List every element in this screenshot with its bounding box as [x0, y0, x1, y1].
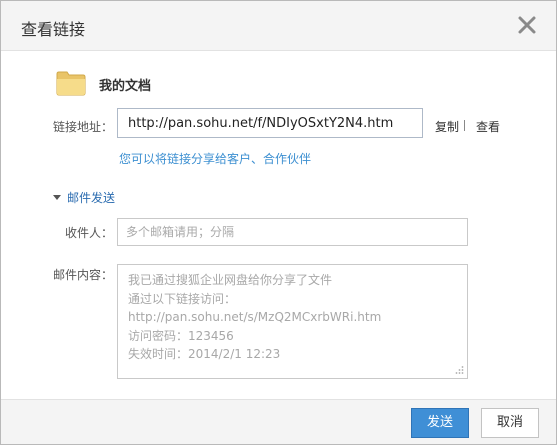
share-tip-link[interactable]: 您可以将链接分享给客户、合作伙伴: [119, 150, 311, 167]
mail-content-line: http://pan.sohu.net/s/MzQ2MCxrbWRi.htm: [128, 310, 382, 324]
recipient-label: 收件人：: [64, 226, 113, 240]
copy-link[interactable]: 复制: [435, 118, 459, 135]
send-button[interactable]: 发送: [411, 408, 469, 438]
triangle-down-icon: [53, 195, 61, 200]
recipient-input[interactable]: [117, 218, 468, 246]
mail-content-line: 失效时间：2014/2/1 12:23: [128, 347, 281, 361]
file-name: 我的文档: [99, 79, 152, 94]
mail-content-line: 通过以下链接访问：: [128, 291, 237, 306]
dialog-title: 查看链接: [21, 20, 86, 39]
mail-content-textarea[interactable]: 我已通过搜狐企业网盘给你分享了文件 通过以下链接访问： http://pan.s…: [117, 264, 468, 379]
resize-handle-icon[interactable]: [454, 365, 464, 375]
view-link[interactable]: 查看: [476, 118, 500, 135]
share-link-dialog: 查看链接 我的文档 链接地址： 复制 查看 您可以将链接分享给客户、合作伙伴 邮…: [0, 0, 557, 445]
action-divider: [464, 120, 465, 131]
folder-icon: [56, 68, 86, 96]
link-label: 链接地址：: [52, 120, 113, 134]
mail-send-toggle-label: 邮件发送: [67, 191, 116, 205]
mail-content-label: 邮件内容：: [52, 268, 113, 282]
dialog-footer: 发送 取消: [1, 399, 556, 444]
cancel-button[interactable]: 取消: [481, 408, 539, 438]
close-icon[interactable]: [516, 14, 538, 36]
mail-send-toggle[interactable]: 邮件发送: [53, 189, 115, 206]
dialog-titlebar: 查看链接: [1, 1, 556, 51]
link-url-field[interactable]: [117, 108, 423, 138]
mail-content-line: 访问密码：123456: [128, 328, 234, 343]
mail-content-line: 我已通过搜狐企业网盘给你分享了文件: [128, 273, 333, 287]
